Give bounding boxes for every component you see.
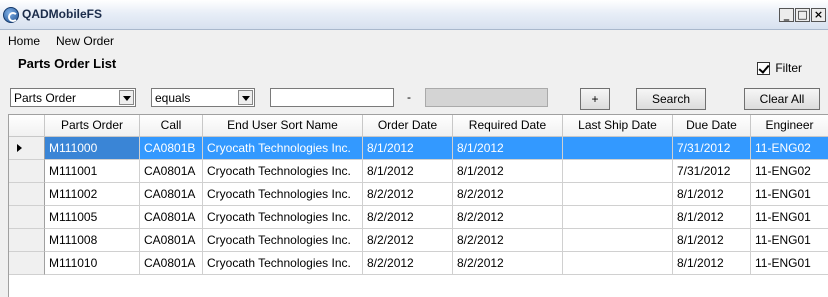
cell-order-date[interactable]: 8/2/2012 — [363, 183, 453, 206]
cell-call[interactable]: CA0801A — [140, 183, 203, 206]
grid-header: Parts Order Call End User Sort Name Orde… — [9, 115, 828, 137]
cell-last-ship-date[interactable] — [563, 137, 673, 160]
cell-end-user[interactable]: Cryocath Technologies Inc. — [203, 160, 363, 183]
cell-parts-order[interactable]: M111005 — [45, 206, 140, 229]
close-button[interactable]: × — [811, 8, 826, 22]
cell-parts-order[interactable]: M111001 — [45, 160, 140, 183]
cell-required-date[interactable]: 8/2/2012 — [453, 183, 563, 206]
cell-order-date[interactable]: 8/1/2012 — [363, 137, 453, 160]
column-header-call[interactable]: Call — [140, 115, 203, 137]
column-header-engineer[interactable]: Engineer — [751, 115, 828, 137]
cell-call[interactable]: CA0801A — [140, 229, 203, 252]
table-row[interactable]: M111001 CA0801A Cryocath Technologies Inc.… — [9, 160, 828, 183]
filter-checkbox[interactable] — [757, 61, 771, 75]
cell-engineer[interactable]: 11-ENG01 — [751, 229, 828, 252]
cell-required-date[interactable]: 8/2/2012 — [453, 206, 563, 229]
table-row[interactable]: M111005 CA0801A Cryocath Technologies Inc.… — [9, 206, 828, 229]
app-icon — [3, 7, 19, 23]
cell-due-date[interactable]: 7/31/2012 — [673, 160, 751, 183]
maximize-button[interactable]: □ — [795, 8, 810, 22]
menu-home[interactable]: Home — [0, 31, 48, 51]
cell-required-date[interactable]: 8/2/2012 — [453, 252, 563, 275]
cell-parts-order[interactable]: M111010 — [45, 252, 140, 275]
cell-due-date[interactable]: 7/31/2012 — [673, 137, 751, 160]
chevron-down-icon[interactable] — [238, 90, 253, 105]
row-header[interactable] — [9, 206, 45, 229]
cell-engineer[interactable]: 11-ENG01 — [751, 252, 828, 275]
filter-label: Filter — [775, 61, 802, 75]
cell-order-date[interactable]: 8/2/2012 — [363, 206, 453, 229]
cell-call[interactable]: CA0801B — [140, 137, 203, 160]
window-title: QADMobileFS — [22, 7, 102, 21]
column-header-parts-order[interactable]: Parts Order — [45, 115, 140, 137]
column-header-order-date[interactable]: Order Date — [363, 115, 453, 137]
column-header-due-date[interactable]: Due Date — [673, 115, 751, 137]
title-bar: QADMobileFS _ □ × — [0, 0, 828, 30]
window-controls: _ □ × — [779, 8, 826, 22]
range-separator: - — [407, 90, 411, 104]
table-row[interactable]: M111010 CA0801A Cryocath Technologies Inc.… — [9, 252, 828, 275]
search-button[interactable]: Search — [636, 88, 706, 110]
row-header-corner — [9, 115, 45, 137]
menu-bar: Home New Order — [0, 31, 122, 51]
cell-order-date[interactable]: 8/2/2012 — [363, 252, 453, 275]
page-title: Parts Order List — [18, 56, 117, 71]
cell-call[interactable]: CA0801A — [140, 206, 203, 229]
cell-order-date[interactable]: 8/1/2012 — [363, 160, 453, 183]
minimize-button[interactable]: _ — [779, 8, 794, 22]
current-row-pointer-icon — [17, 144, 22, 152]
value-input[interactable] — [270, 88, 394, 107]
cell-end-user[interactable]: Cryocath Technologies Inc. — [203, 183, 363, 206]
cell-engineer[interactable]: 11-ENG01 — [751, 183, 828, 206]
cell-end-user[interactable]: Cryocath Technologies Inc. — [203, 229, 363, 252]
cell-due-date[interactable]: 8/1/2012 — [673, 229, 751, 252]
column-header-end-user[interactable]: End User Sort Name — [203, 115, 363, 137]
add-criteria-button[interactable]: + — [580, 88, 610, 110]
chevron-down-icon[interactable] — [119, 90, 134, 105]
table-row[interactable]: M111002 CA0801A Cryocath Technologies Inc.… — [9, 183, 828, 206]
cell-due-date[interactable]: 8/1/2012 — [673, 206, 751, 229]
cell-parts-order[interactable]: M111008 — [45, 229, 140, 252]
row-header[interactable] — [9, 160, 45, 183]
cell-last-ship-date[interactable] — [563, 229, 673, 252]
cell-last-ship-date[interactable] — [563, 183, 673, 206]
cell-parts-order[interactable]: M111002 — [45, 183, 140, 206]
cell-required-date[interactable]: 8/2/2012 — [453, 229, 563, 252]
cell-required-date[interactable]: 8/1/2012 — [453, 137, 563, 160]
menu-new-order[interactable]: New Order — [48, 31, 122, 51]
clear-all-button[interactable]: Clear All — [744, 88, 820, 110]
cell-call[interactable]: CA0801A — [140, 252, 203, 275]
cell-engineer[interactable]: 11-ENG02 — [751, 160, 828, 183]
column-header-last-ship-date[interactable]: Last Ship Date — [563, 115, 673, 137]
cell-required-date[interactable]: 8/1/2012 — [453, 160, 563, 183]
cell-end-user[interactable]: Cryocath Technologies Inc. — [203, 252, 363, 275]
range-input[interactable] — [425, 88, 548, 107]
cell-call[interactable]: CA0801A — [140, 160, 203, 183]
row-header[interactable] — [9, 252, 45, 275]
row-header[interactable] — [9, 183, 45, 206]
cell-last-ship-date[interactable] — [563, 160, 673, 183]
cell-due-date[interactable]: 8/1/2012 — [673, 252, 751, 275]
filter-toggle[interactable]: Filter — [757, 61, 802, 75]
cell-end-user[interactable]: Cryocath Technologies Inc. — [203, 137, 363, 160]
column-header-required-date[interactable]: Required Date — [453, 115, 563, 137]
operator-select[interactable]: equals — [151, 88, 255, 107]
cell-end-user[interactable]: Cryocath Technologies Inc. — [203, 206, 363, 229]
parts-order-grid[interactable]: Parts Order Call End User Sort Name Orde… — [8, 114, 828, 297]
row-header[interactable] — [9, 229, 45, 252]
cell-last-ship-date[interactable] — [563, 252, 673, 275]
operator-select-value: equals — [155, 91, 191, 105]
table-row[interactable]: M111008 CA0801A Cryocath Technologies Inc.… — [9, 229, 828, 252]
cell-due-date[interactable]: 8/1/2012 — [673, 183, 751, 206]
cell-last-ship-date[interactable] — [563, 206, 673, 229]
cell-engineer[interactable]: 11-ENG02 — [751, 137, 828, 160]
field-select-value: Parts Order — [14, 91, 77, 105]
field-select[interactable]: Parts Order — [10, 88, 136, 107]
cell-engineer[interactable]: 11-ENG01 — [751, 206, 828, 229]
table-row[interactable]: M111000 CA0801B Cryocath Technologies Inc.… — [9, 137, 828, 160]
row-header[interactable] — [9, 137, 45, 160]
cell-parts-order[interactable]: M111000 — [45, 137, 140, 160]
cell-order-date[interactable]: 8/2/2012 — [363, 229, 453, 252]
filter-bar: Parts Order equals - + Search Clear All — [0, 88, 828, 110]
